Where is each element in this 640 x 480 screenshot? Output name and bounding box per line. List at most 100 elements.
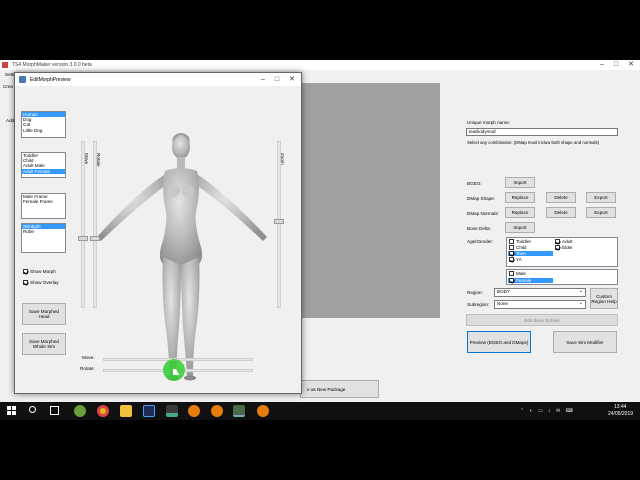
show-morph-label: Show Morph <box>30 269 56 274</box>
bgeo-import-button[interactable]: Import <box>505 177 535 188</box>
outfit-item[interactable]: Robe <box>22 229 65 234</box>
rotate-horizontal-label: Rotate: <box>80 366 95 371</box>
chrome-icon[interactable] <box>97 405 109 417</box>
task-view-icon[interactable] <box>50 406 59 415</box>
tray-icons[interactable]: ⌃ ◐ ▭ ♪ ✉ ⌨ <box>520 408 600 414</box>
bone-delta-import-button[interactable]: Import <box>505 222 535 233</box>
dialog-app-icon <box>19 76 26 83</box>
show-overlay-check-icon <box>23 280 28 286</box>
menu-settings[interactable]: Setti <box>5 72 14 77</box>
move-vertical-slider[interactable] <box>81 141 85 308</box>
bgeo-label: BGEO: <box>467 181 482 186</box>
dmap-normals-label: DMap Normals: <box>467 211 499 216</box>
main-window-controls: – □ ✕ <box>600 60 634 70</box>
dialog-window-controls: – □ ✕ <box>261 73 295 86</box>
dialog-minimize-icon[interactable]: – <box>261 73 265 86</box>
move-vertical-label: Move <box>84 153 89 165</box>
mouse-pointer-icon <box>173 369 179 375</box>
age-checklist[interactable]: Toddler Child Teen YA Adult Elder <box>506 237 618 267</box>
dialog-title: EditMorphPreview <box>30 76 71 83</box>
age-item-child[interactable]: Child <box>508 245 553 251</box>
clock-date[interactable]: 24/05/2019 <box>608 411 633 417</box>
android-app-icon[interactable] <box>74 405 86 417</box>
age-gender-label: Age/Gender: <box>467 239 494 244</box>
species-item[interactable]: Little Dog <box>22 128 65 133</box>
save-morphed-whole-sim-button[interactable]: Save Morphed Whole Sim <box>22 333 66 355</box>
frame-item[interactable]: Female Frame <box>22 199 65 204</box>
edit-morph-preview-dialog: EditMorphPreview – □ ✕ Human Dog Cat Lit… <box>14 72 302 394</box>
move-horizontal-label: Move: <box>82 355 95 360</box>
gender-item-male[interactable]: Male <box>508 271 553 277</box>
age-item-adult[interactable]: Adult <box>554 239 594 245</box>
age-item-toddler[interactable]: Toddler <box>508 239 553 245</box>
age-item-elder[interactable]: Elder <box>554 245 594 251</box>
maximize-icon[interactable]: □ <box>614 60 618 70</box>
show-morph-check-icon <box>23 269 28 275</box>
sim-model <box>97 133 267 381</box>
dmap-shape-label: DMap Shape: <box>467 196 496 201</box>
show-morph-checkbox[interactable]: Show Morph <box>23 269 56 275</box>
morph-settings-panel: Unique morph name: teatbodymod Select an… <box>440 83 640 353</box>
dialog-close-icon[interactable]: ✕ <box>289 73 295 86</box>
tab-create[interactable]: Crea <box>3 84 13 89</box>
edit-bone-entries-button: Edit Bone Entries <box>466 314 618 326</box>
species-list[interactable]: Human Dog Cat Little Dog <box>21 111 66 138</box>
zoom-thumb[interactable] <box>274 219 284 224</box>
age-item-teen[interactable]: Teen <box>508 251 553 257</box>
show-overlay-label: Show Overlay <box>30 280 59 285</box>
unique-name-label: Unique morph name: <box>467 120 510 125</box>
zoom-slider[interactable] <box>277 141 281 308</box>
gender-checklist[interactable]: Male Female <box>506 269 618 285</box>
dmap-shape-replace-button[interactable]: Replace <box>505 192 535 203</box>
minimize-icon[interactable]: – <box>600 60 604 70</box>
subregion-combo[interactable]: None <box>494 300 586 309</box>
app-icon <box>2 62 8 68</box>
dmap-shape-export-button[interactable]: Export <box>586 192 616 203</box>
subregion-label: Subregion: <box>467 302 490 307</box>
save-new-package-button[interactable]: e as New Package <box>300 380 379 398</box>
blender-icon-2[interactable] <box>211 405 223 417</box>
save-sim-modifier-button[interactable]: Save Sim Modifier <box>553 331 617 353</box>
custom-region-help-button[interactable]: Custom Region Help <box>590 288 618 309</box>
dmap-shape-delete-button[interactable]: Delete <box>546 192 576 203</box>
file-explorer-icon[interactable] <box>120 405 132 417</box>
zoom-label: Zoom <box>280 153 285 165</box>
blender-icon[interactable] <box>188 405 200 417</box>
region-combo[interactable]: BODY <box>494 288 586 297</box>
close-icon[interactable]: ✕ <box>628 60 634 70</box>
gender-item-female[interactable]: Female <box>508 278 553 284</box>
chart-app-icon[interactable] <box>166 405 178 417</box>
frame-list[interactable]: Male Frame Female Frame <box>21 193 66 219</box>
outfit-list[interactable]: Skintight Robe <box>21 223 66 253</box>
photoshop-icon[interactable] <box>143 405 155 417</box>
search-icon[interactable] <box>29 406 36 413</box>
save-morphed-head-button[interactable]: Save Morphed Head <box>22 303 66 325</box>
start-icon[interactable] <box>7 406 16 415</box>
dmap-normals-export-button[interactable]: Export <box>586 207 616 218</box>
clock-time[interactable]: 13:44 <box>614 404 627 410</box>
tab-add[interactable]: Add <box>6 118 14 123</box>
move-vertical-thumb[interactable] <box>78 236 88 241</box>
region-label: Region: <box>467 290 483 295</box>
rotate-vertical-thumb[interactable] <box>90 236 100 241</box>
unique-name-input[interactable]: teatbodymod <box>466 128 618 136</box>
age-item-ya[interactable]: YA <box>508 257 553 263</box>
dmap-normals-delete-button[interactable]: Delete <box>546 207 576 218</box>
combination-hint: Select any combination: (DMap must inclu… <box>467 140 600 145</box>
preview-button[interactable]: Preview (BGEO and DMaps) <box>467 331 531 353</box>
show-overlay-checkbox[interactable]: Show Overlay <box>23 280 59 286</box>
dmap-normals-replace-button[interactable]: Replace <box>505 207 535 218</box>
blender-icon-3[interactable] <box>257 405 269 417</box>
morphmaker-taskbar-icon[interactable] <box>233 405 245 417</box>
preview-area-background <box>300 83 440 318</box>
age-item[interactable]: Adult Female <box>22 168 65 174</box>
age-list[interactable]: Toddler Child Adult Male Adult Female <box>21 152 66 178</box>
dialog-titlebar: EditMorphPreview – □ ✕ <box>15 73 301 86</box>
bone-delta-label: Bone Delta: <box>467 226 492 231</box>
taskbar: ⌃ ◐ ▭ ♪ ✉ ⌨ 13:44 24/05/2019 <box>0 402 640 420</box>
main-titlebar: TS4 MorphMaker version 3.0.0 beta – □ ✕ <box>0 60 640 70</box>
dialog-maximize-icon[interactable]: □ <box>275 73 279 86</box>
rotate-vertical-label: Rotate <box>96 153 101 167</box>
3d-viewport[interactable] <box>77 87 299 392</box>
main-title: TS4 MorphMaker version 3.0.0 beta <box>12 62 92 68</box>
